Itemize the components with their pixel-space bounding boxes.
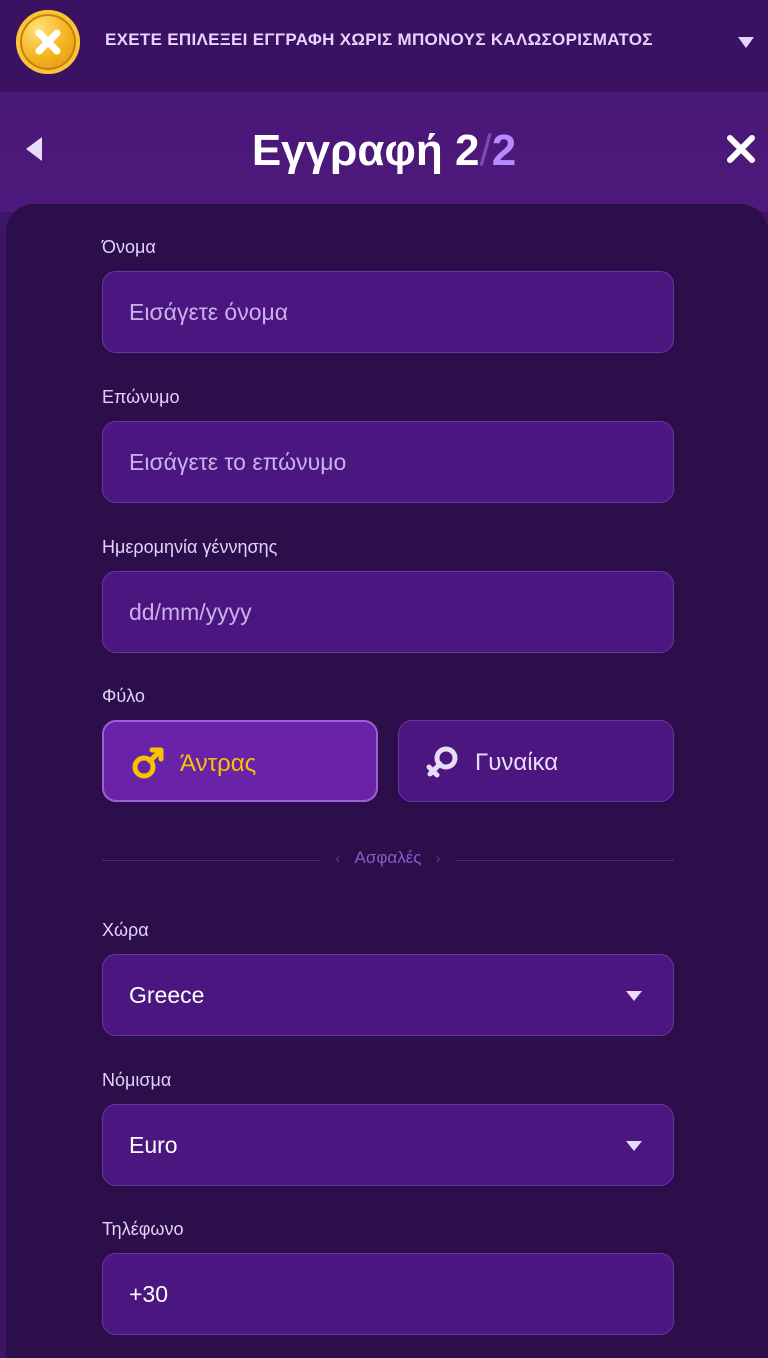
- step-total: 2: [491, 126, 517, 175]
- first-name-placeholder: Εισάγετε όνομα: [129, 298, 289, 325]
- dropdown-caret-icon: [626, 1141, 642, 1151]
- currency-value: Euro: [129, 1131, 178, 1158]
- page-title: Εγγραφή 2/2: [0, 126, 768, 176]
- currency-label: Νόμισμα: [102, 1070, 172, 1090]
- chevron-left-icon: ‹: [335, 850, 341, 867]
- gender-option-female-label: Γυναίκα: [475, 749, 559, 776]
- banner-text: ΕΧΕΤΕ ΕΠΙΛΕΞΕΙ ΕΓΓΡΑΦΗ ΧΩΡΙΣ ΜΠΟΝΟΥΣ ΚΑΛ…: [105, 30, 653, 49]
- country-select[interactable]: Greece: [102, 954, 674, 1036]
- title-text: Εγγραφή: [251, 126, 455, 175]
- birth-date-field[interactable]: dd/mm/yyyy: [102, 571, 674, 653]
- phone-value: +30: [129, 1280, 169, 1307]
- country-label: Χώρα: [102, 920, 149, 940]
- country-value: Greece: [129, 981, 205, 1008]
- female-icon: [426, 746, 458, 778]
- male-icon: [132, 747, 164, 779]
- currency-select[interactable]: Euro: [102, 1104, 674, 1186]
- gender-option-male-label: Άντρας: [180, 750, 257, 777]
- birth-date-label: Ημερομηνία γέννησης: [102, 537, 278, 557]
- bonus-banner[interactable]: ΕΧΕΤΕ ΕΠΙΛΕΞΕΙ ΕΓΓΡΑΦΗ ΧΩΡΙΣ ΜΠΟΝΟΥΣ ΚΑΛ…: [0, 0, 768, 92]
- secure-divider-label: Ασφαλές: [354, 848, 422, 867]
- first-name-label: Όνομα: [102, 237, 156, 257]
- chevron-right-icon: ›: [435, 850, 441, 867]
- first-name-field[interactable]: Εισάγετε όνομα: [102, 271, 674, 353]
- step-current: 2: [454, 126, 480, 175]
- step-separator: /: [479, 126, 492, 175]
- last-name-field[interactable]: Εισάγετε το επώνυμο: [102, 421, 674, 503]
- gender-option-female[interactable]: Γυναίκα: [398, 720, 674, 802]
- phone-field[interactable]: +30: [102, 1253, 674, 1335]
- last-name-placeholder: Εισάγετε το επώνυμο: [129, 448, 347, 475]
- phone-label: Τηλέφωνο: [102, 1219, 184, 1239]
- last-name-label: Επώνυμο: [102, 387, 180, 407]
- coin-x-icon: [16, 10, 80, 74]
- secure-divider: ‹ Ασφαλές ›: [320, 848, 456, 874]
- dropdown-caret-icon: [626, 991, 642, 1001]
- gender-label: Φύλο: [102, 686, 145, 706]
- chevron-down-icon[interactable]: [736, 34, 756, 50]
- birth-date-placeholder: dd/mm/yyyy: [129, 598, 252, 625]
- gender-option-male[interactable]: Άντρας: [102, 720, 378, 802]
- close-icon[interactable]: [724, 132, 758, 166]
